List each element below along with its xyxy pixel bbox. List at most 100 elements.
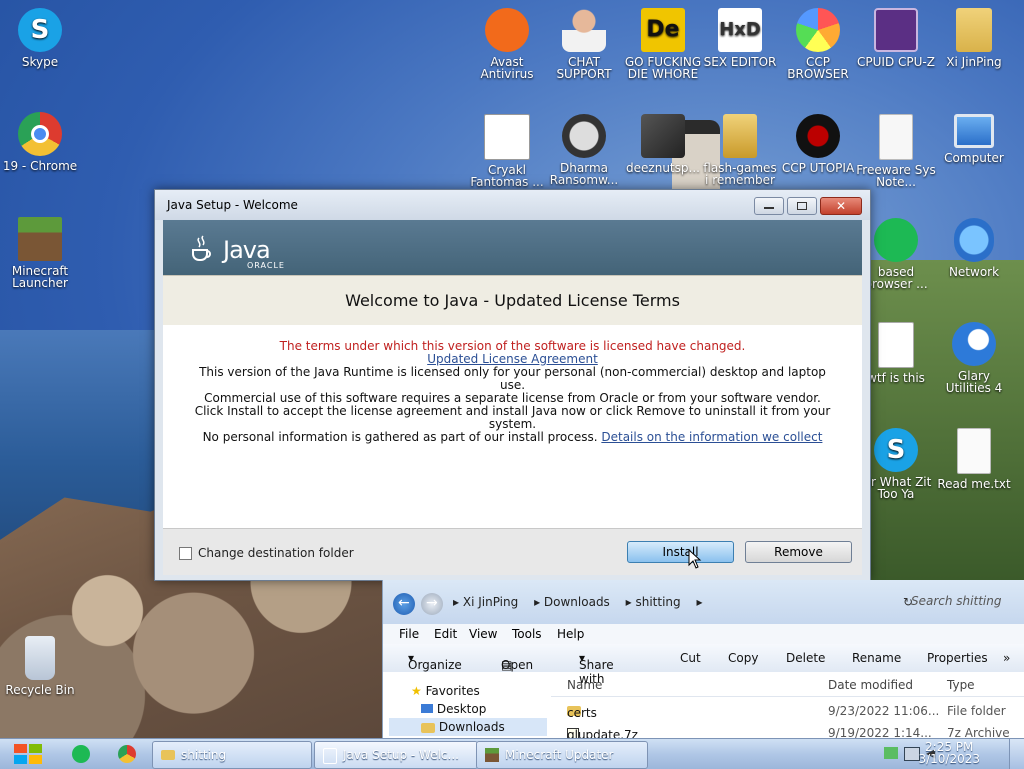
desktop-icon-de[interactable]: De GO FUCKING DIE WHORE [623,8,703,80]
show-desktop-button[interactable] [1009,739,1024,769]
nav-downloads[interactable]: Downloads [389,718,547,736]
menu-edit[interactable]: Edit [434,627,457,641]
minimize-button[interactable] [754,197,784,215]
desktop-icon-ccp-utopia[interactable]: CCP UTOPIA [778,114,858,174]
desktop-icon-minecraft[interactable]: Minecraft Launcher [0,217,80,289]
taskbar-item-shitting[interactable]: shitting [152,741,312,769]
install-button[interactable]: Install [627,541,734,563]
column-type[interactable]: Type [947,678,975,692]
system-clock[interactable]: 2:25 PM 3/10/2023 [918,741,980,765]
minecraft-icon [485,748,499,762]
desktop-icon-label: Xi JinPing [946,55,1002,69]
desktop-icon-dharma[interactable]: Dharma Ransomw... [544,114,624,186]
more-chevron-icon[interactable]: » [1003,651,1010,665]
breadcrumb[interactable]: ▸ Xi JinPing ▸ Downloads ▸ shitting ▸ [453,595,709,609]
updated-license-link[interactable]: Updated License Agreement [427,352,598,366]
clock-date: 3/10/2023 [918,752,980,766]
change-destination-checkbox[interactable] [179,547,192,560]
file-row[interactable]: glupdate.7z 9/19/2022 1:14... 7z Archive [551,724,1024,738]
desktop-icon-label: CCP UTOPIA [781,161,855,175]
close-icon: ✕ [836,199,847,213]
back-button[interactable]: ← [393,593,415,615]
menu-file[interactable]: File [399,627,419,641]
arrow-right-icon: → [426,595,438,611]
organize-button[interactable]: Organize ▾ [408,651,462,672]
menu-help[interactable]: Help [557,627,584,641]
maximize-icon [797,202,807,210]
forward-button[interactable]: → [421,593,443,615]
search-input[interactable]: Search shitting [911,594,1021,610]
desktop-icon-deeznuts[interactable]: deeznutsp... [623,114,703,174]
desktop-icon-label: Glary Utilities 4 [945,369,1003,395]
folder-icon [161,750,175,760]
share-with-button[interactable]: Share with ▾ [579,651,614,686]
menu-tools[interactable]: Tools [512,627,542,641]
desktop-icon-chat-support[interactable]: CHAT SUPPORT [544,8,624,80]
mouse-cursor-icon [688,549,702,569]
desktop-icon-network[interactable]: Network [934,218,1014,278]
file-row[interactable]: certs 9/23/2022 11:06... File folder [551,702,1024,722]
network-tray-icon[interactable] [884,747,898,759]
desktop-icon-label: 19 - Chrome [2,159,78,173]
rename-button[interactable]: Rename [852,651,901,665]
desktop-icon-label: Avast Antivirus [480,55,534,81]
cpuz-icon [874,8,918,52]
start-button[interactable] [10,742,46,766]
nav-desktop[interactable]: Desktop [421,702,486,716]
window-controls: ✕ [754,197,862,215]
breadcrumb-item[interactable]: ▸ Xi JinPing [453,595,524,609]
text-file-icon [957,428,991,474]
maximize-button[interactable] [787,197,817,215]
desktop-icon-flash-games[interactable]: flash-games i remember [700,114,780,186]
copy-button[interactable]: Copy [728,651,758,665]
dialog-heading: Welcome to Java - Updated License Terms [345,291,680,310]
minimize-icon [764,207,774,209]
wallpaper-hill [860,260,1024,580]
user-folder-icon [956,8,992,52]
chrome-icon[interactable] [118,745,136,763]
desktop-icon-chrome[interactable]: 19 - Chrome [0,112,80,172]
desktop-icon-label: deeznutsp... [626,161,700,175]
desktop-icon-xi-jinping[interactable]: Xi JinPing [934,8,1014,68]
desktop-icon-label: CHAT SUPPORT [556,55,612,81]
desktop-icon-computer[interactable]: Computer [934,114,1014,164]
desktop-icon-ccp-browser[interactable]: CCP BROWSER [778,8,858,80]
chat-bubble-icon [874,218,918,262]
delete-button[interactable]: Delete [786,651,825,665]
ccp-browser-icon [796,8,840,52]
stack-icon [641,114,685,158]
spotify-icon[interactable] [72,745,90,763]
desktop-icon-readme[interactable]: Read me.txt [934,428,1014,490]
column-date-modified[interactable]: Date modified [828,678,913,692]
desktop-icon-skype[interactable]: S Skype [0,8,80,68]
info-collect-link[interactable]: Details on the information we collect [601,430,822,444]
java-setup-dialog: Java Setup - Welcome ✕ Java ORACLE Welco… [154,189,871,581]
cut-button[interactable]: Cut [680,651,701,665]
desktop-icon-avast[interactable]: Avast Antivirus [467,8,547,80]
close-button[interactable]: ✕ [820,197,862,215]
breadcrumb-item[interactable]: ▸ shitting [626,595,687,609]
network-icon [954,218,994,262]
desktop-icon-hxd[interactable]: HxD SEX EDITOR [700,8,780,68]
change-destination-label[interactable]: Change destination folder [198,546,354,560]
java-banner: Java ORACLE [163,220,862,275]
de-icon: De [641,8,685,52]
desktop-icon-recycle-bin[interactable]: Recycle Bin [0,636,80,696]
desktop-icon-glary[interactable]: Glary Utilities 4 [934,322,1014,394]
taskbar-item-java-setup[interactable]: Java Setup - Welc... [314,741,478,769]
breadcrumb-item[interactable]: ▸ Downloads [534,595,616,609]
properties-button[interactable]: Properties [927,651,988,665]
menu-view[interactable]: View [469,627,497,641]
column-name[interactable]: Name [567,678,602,692]
navigation-pane: ★ Favorites Desktop Downloads [389,676,549,738]
file-list-header: Name Date modified Type [551,672,1024,697]
desktop-icon-cryakl[interactable]: Cryakl Fantomas ... [467,114,547,188]
desktop-icon-cpuz[interactable]: CPUID CPU-Z [856,8,936,68]
nav-favorites[interactable]: ★ Favorites [411,684,480,698]
taskbar-item-minecraft-updater[interactable]: Minecraft Updater [476,741,648,769]
command-bar: Organize ▾ ▤ Open Share with ▾ Cut Copy … [383,644,1024,686]
remove-button[interactable]: Remove [745,541,852,563]
desktop-icon-freeware[interactable]: Freeware Sys Note... [856,114,936,188]
address-bar: ← → ▸ Xi JinPing ▸ Downloads ▸ shitting … [383,580,1024,624]
desktop-icon-label: Computer [944,151,1004,165]
